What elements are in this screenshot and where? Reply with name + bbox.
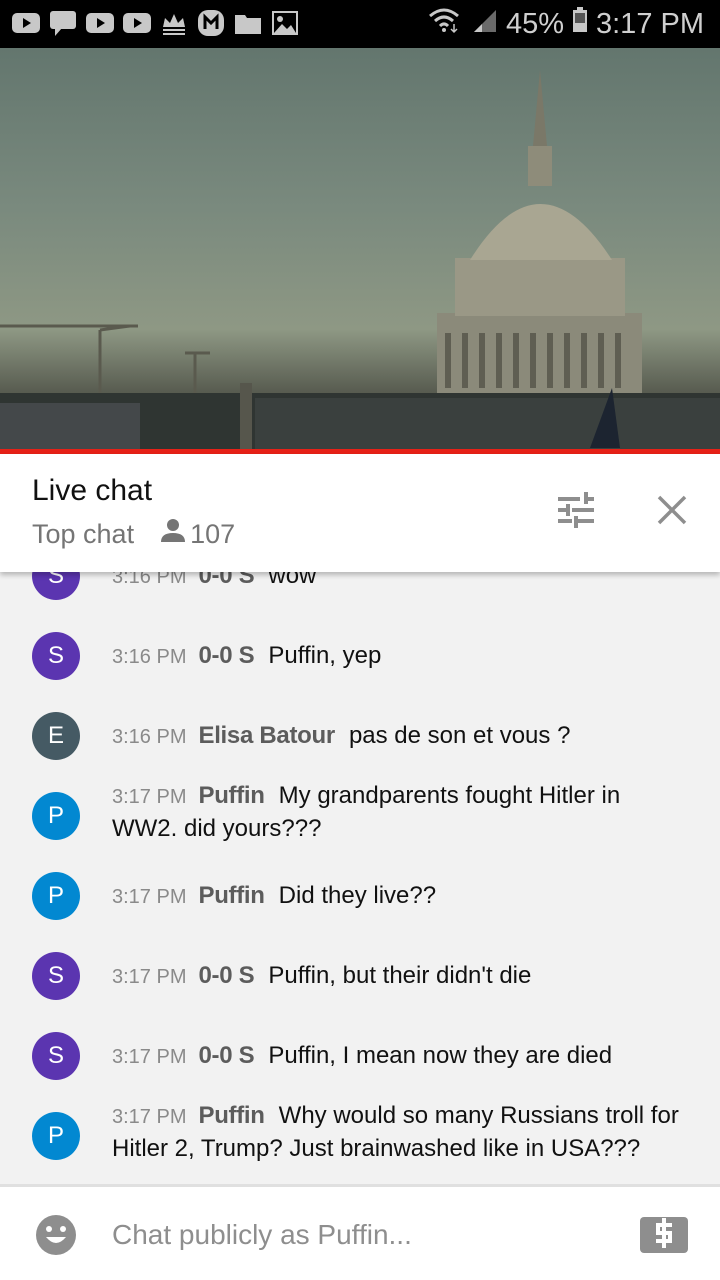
message-timestamp: 3:17 PM [112,786,187,808]
message-author[interactable]: 0-0 S [198,1042,254,1069]
message-timestamp: 3:17 PM [112,886,187,908]
battery-percent: 45% [505,7,564,40]
message-author[interactable]: 0-0 S [198,642,254,669]
message-text: Puffin, but their didn't die [268,962,532,989]
chat-title: Live chat [32,474,153,507]
battery-icon [572,6,588,42]
clock: 3:17 PM [596,7,704,40]
youtube-icon [12,10,40,36]
notification-icons [12,10,299,36]
tune-icon [556,491,596,533]
author-avatar[interactable]: P [32,792,80,840]
message-author[interactable]: Elisa Batour [198,722,335,749]
message-icon [49,10,77,36]
message-text: wow [268,572,317,589]
video-frame-capitol [0,70,720,450]
message-author[interactable]: Puffin [198,1102,264,1129]
system-status: 45% 3:17 PM [428,6,704,42]
message-author[interactable]: 0-0 S [198,572,254,589]
message-timestamp: 3:17 PM [112,966,187,988]
author-avatar[interactable]: P [32,1112,80,1160]
chat-filter-button[interactable] [554,490,598,534]
m-app-icon [197,10,225,36]
author-avatar[interactable]: S [32,572,80,600]
message-text: Puffin, yep [268,642,382,669]
message-timestamp: 3:16 PM [112,646,187,668]
message-timestamp: 3:16 PM [112,726,187,748]
chat-message-input[interactable] [112,1215,612,1255]
person-icon [160,518,186,551]
message-text: pas de son et vous ? [348,722,571,749]
message-text: My grandparents fought Hitler in WW2. di… [112,782,621,842]
chat-header: Live chat Top chat 107 [0,454,720,572]
chat-mode-label: Top chat [32,519,135,549]
author-avatar[interactable]: S [32,1032,80,1080]
image-icon [271,10,299,36]
viewer-count-value: 107 [190,519,236,549]
video-player[interactable] [0,48,720,450]
chat-mode-dropdown[interactable]: Top chat 107 [32,518,235,551]
message-text: Did they live?? [278,882,437,909]
message-timestamp: 3:16 PM [112,572,187,588]
author-avatar[interactable]: S [32,632,80,680]
dollar-icon [652,1217,676,1253]
viewer-count: 107 [160,518,235,551]
emoji-button[interactable] [36,1215,76,1260]
status-bar: 45% 3:17 PM [0,0,720,48]
folder-icon [234,10,262,36]
author-avatar[interactable]: P [32,872,80,920]
author-avatar[interactable]: S [32,952,80,1000]
close-chat-button[interactable] [650,490,694,534]
message-text: Puffin, I mean now they are died [268,1042,613,1069]
youtube-icon [123,10,151,36]
message-timestamp: 3:17 PM [112,1106,187,1128]
chat-input-bar [0,1184,720,1280]
chat-message-list[interactable]: S 3:16 PM 0-0 S wow S 3:16 PM 0-0 S Puffin, … [0,572,720,1184]
message-author[interactable]: 0-0 S [198,962,254,989]
message-author[interactable]: Puffin [198,882,264,909]
signal-icon [472,6,498,42]
message-author[interactable]: Puffin [198,782,264,809]
close-icon [656,494,688,531]
message-timestamp: 3:17 PM [112,1046,187,1068]
author-avatar[interactable]: E [32,712,80,760]
wifi-icon [428,6,464,42]
emoji-icon [36,1215,76,1259]
youtube-icon [86,10,114,36]
super-chat-button[interactable] [640,1217,688,1253]
crown-icon [160,10,188,36]
